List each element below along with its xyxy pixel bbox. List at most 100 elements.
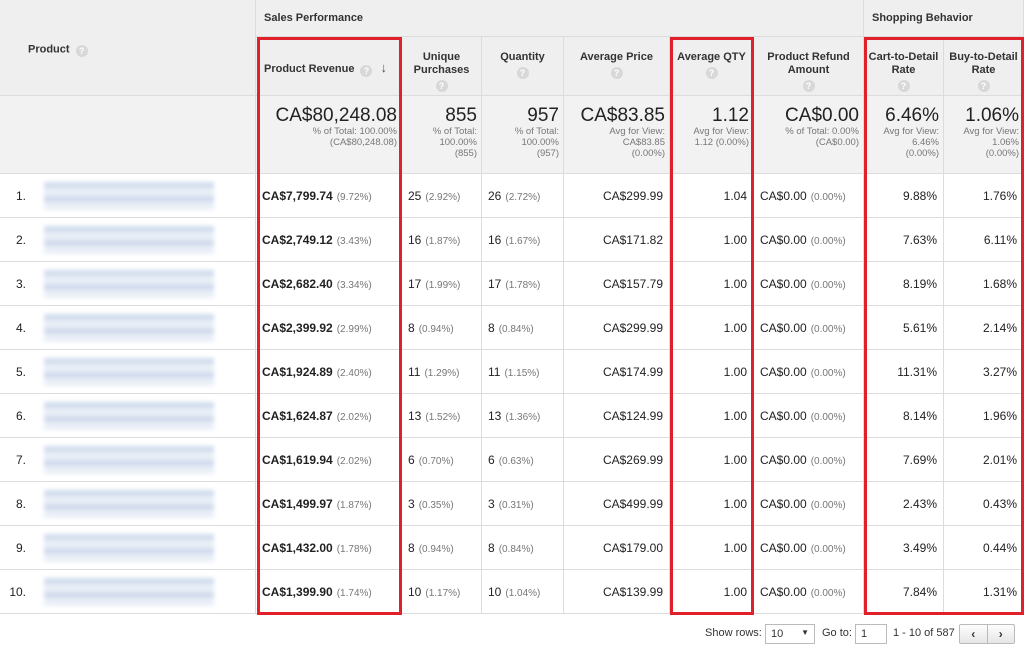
cell-cart: 3.49%	[864, 526, 944, 570]
cell-percent: (0.94%)	[418, 544, 454, 555]
product-name-link[interactable]	[38, 570, 256, 614]
product-name-link[interactable]	[38, 482, 256, 526]
cell-value: 26	[488, 189, 502, 203]
cell-percent: (0.35%)	[418, 500, 454, 511]
cell-value: 10	[408, 585, 422, 599]
product-name-link[interactable]	[38, 350, 256, 394]
total-subtext: % of Total:	[432, 126, 477, 137]
totals-cell: 1.06% Avg for View: 1.06% (0.00%)	[944, 96, 1024, 174]
cell-value: CA$179.00	[602, 541, 663, 555]
cell-percent: (2.72%)	[505, 192, 541, 203]
header-unique-label: Unique Purchases	[413, 51, 470, 76]
product-name-link[interactable]	[38, 306, 256, 350]
cell-value: CA$299.99	[602, 321, 663, 335]
group-sales-performance: Sales Performance	[256, 0, 864, 37]
cell-avg_qty: 1.00	[670, 438, 754, 482]
cell-avg_qty: 1.00	[670, 350, 754, 394]
next-page-button[interactable]: ›	[988, 625, 1015, 643]
total-value: CA$80,248.08	[275, 105, 398, 126]
total-value: 1.12	[712, 105, 749, 126]
header-avg_qty[interactable]: Average QTY?	[670, 37, 754, 96]
show-rows-select[interactable]: 10 ▼	[765, 624, 815, 644]
header-quantity[interactable]: Quantity?	[482, 37, 564, 96]
cell-percent: (1.04%)	[505, 588, 541, 599]
cell-quantity: 8 (0.84%)	[482, 526, 564, 570]
cell-value: 3	[488, 497, 495, 511]
header-cart[interactable]: Cart-to-Detail Rate?	[864, 37, 944, 96]
cell-percent: (2.02%)	[336, 456, 372, 467]
row-index: 1.	[0, 174, 38, 218]
total-value: 1.06%	[965, 105, 1019, 126]
product-name-link[interactable]	[38, 526, 256, 570]
product-name-link[interactable]	[38, 174, 256, 218]
header-product-label: Product	[28, 43, 70, 56]
header-avg_price[interactable]: Average Price?	[564, 37, 670, 96]
cell-refund: CA$0.00 (0.00%)	[754, 350, 864, 394]
cell-value: 1.00	[723, 365, 747, 379]
header-refund[interactable]: Product Refund Amount?	[754, 37, 864, 96]
cell-revenue: CA$7,799.74 (9.72%)	[256, 174, 402, 218]
cell-value: 11	[408, 365, 421, 379]
cell-cart: 7.84%	[864, 570, 944, 614]
header-revenue[interactable]: Product Revenue? ↓	[256, 37, 402, 96]
totals-cell: 957% of Total: 100.00% (957)	[482, 96, 564, 174]
cell-unique: 6 (0.70%)	[402, 438, 482, 482]
cell-avg_price: CA$269.99	[564, 438, 670, 482]
cell-avg_price: CA$499.99	[564, 482, 670, 526]
cell-percent: (0.00%)	[810, 324, 846, 335]
cell-percent: (1.29%)	[424, 368, 460, 379]
header-product[interactable]: Product?	[0, 0, 256, 96]
cell-value: CA$2,682.40	[262, 277, 333, 291]
cell-avg_qty: 1.00	[670, 306, 754, 350]
cell-value: 11.31%	[897, 365, 937, 379]
cell-value: 8	[488, 321, 495, 335]
cell-value: CA$0.00	[760, 409, 807, 423]
cell-quantity: 17 (1.78%)	[482, 262, 564, 306]
cell-value: 3.27%	[982, 365, 1017, 379]
cell-unique: 13 (1.52%)	[402, 394, 482, 438]
cell-value: 2.43%	[902, 497, 937, 511]
cell-avg_price: CA$171.82	[564, 218, 670, 262]
cell-value: CA$499.99	[602, 497, 663, 511]
previous-page-button[interactable]: ‹	[960, 625, 988, 643]
cell-percent: (2.40%)	[336, 368, 372, 379]
product-name-link[interactable]	[38, 218, 256, 262]
cell-value: 1.96%	[982, 409, 1017, 423]
header-buy-label: Buy-to-Detail Rate	[949, 51, 1018, 76]
row-index: 6.	[0, 394, 38, 438]
header-buy[interactable]: Buy-to-Detail Rate?	[944, 37, 1024, 96]
show-rows-label: Show rows:	[705, 627, 762, 639]
header-unique[interactable]: Unique Purchases?	[402, 37, 482, 96]
cell-quantity: 11 (1.15%)	[482, 350, 564, 394]
cell-buy: 1.31%	[944, 570, 1024, 614]
cell-revenue: CA$2,399.92 (2.99%)	[256, 306, 402, 350]
total-subtext: Avg for View:	[609, 126, 665, 137]
cell-value: 25	[408, 189, 422, 203]
totals-cell: CA$83.85 Avg for View: CA$83.85 (0.00%)	[564, 96, 670, 174]
cell-value: CA$269.99	[602, 453, 663, 467]
chevron-down-icon: ▼	[801, 628, 809, 637]
cell-quantity: 13 (1.36%)	[482, 394, 564, 438]
total-subtext: Avg for View:	[693, 126, 749, 137]
cell-value: CA$139.99	[602, 585, 663, 599]
cell-value: CA$0.00	[760, 321, 807, 335]
blurred-product-name	[44, 402, 214, 430]
product-name-link[interactable]	[38, 438, 256, 482]
product-name-link[interactable]	[38, 262, 256, 306]
cell-value: 1.04	[723, 189, 747, 203]
cell-buy: 2.01%	[944, 438, 1024, 482]
cell-buy: 3.27%	[944, 350, 1024, 394]
sort-descending-icon[interactable]: ↓	[380, 60, 387, 75]
cell-quantity: 8 (0.84%)	[482, 306, 564, 350]
cell-value: CA$0.00	[760, 541, 807, 555]
product-name-link[interactable]	[38, 394, 256, 438]
cell-quantity: 3 (0.31%)	[482, 482, 564, 526]
go-to-input[interactable]: 1	[855, 624, 887, 644]
cell-revenue: CA$1,619.94 (2.02%)	[256, 438, 402, 482]
cell-buy: 1.68%	[944, 262, 1024, 306]
cell-value: 3	[408, 497, 415, 511]
cell-cart: 8.19%	[864, 262, 944, 306]
cell-percent: (0.63%)	[498, 456, 534, 467]
cell-cart: 7.69%	[864, 438, 944, 482]
cell-refund: CA$0.00 (0.00%)	[754, 262, 864, 306]
